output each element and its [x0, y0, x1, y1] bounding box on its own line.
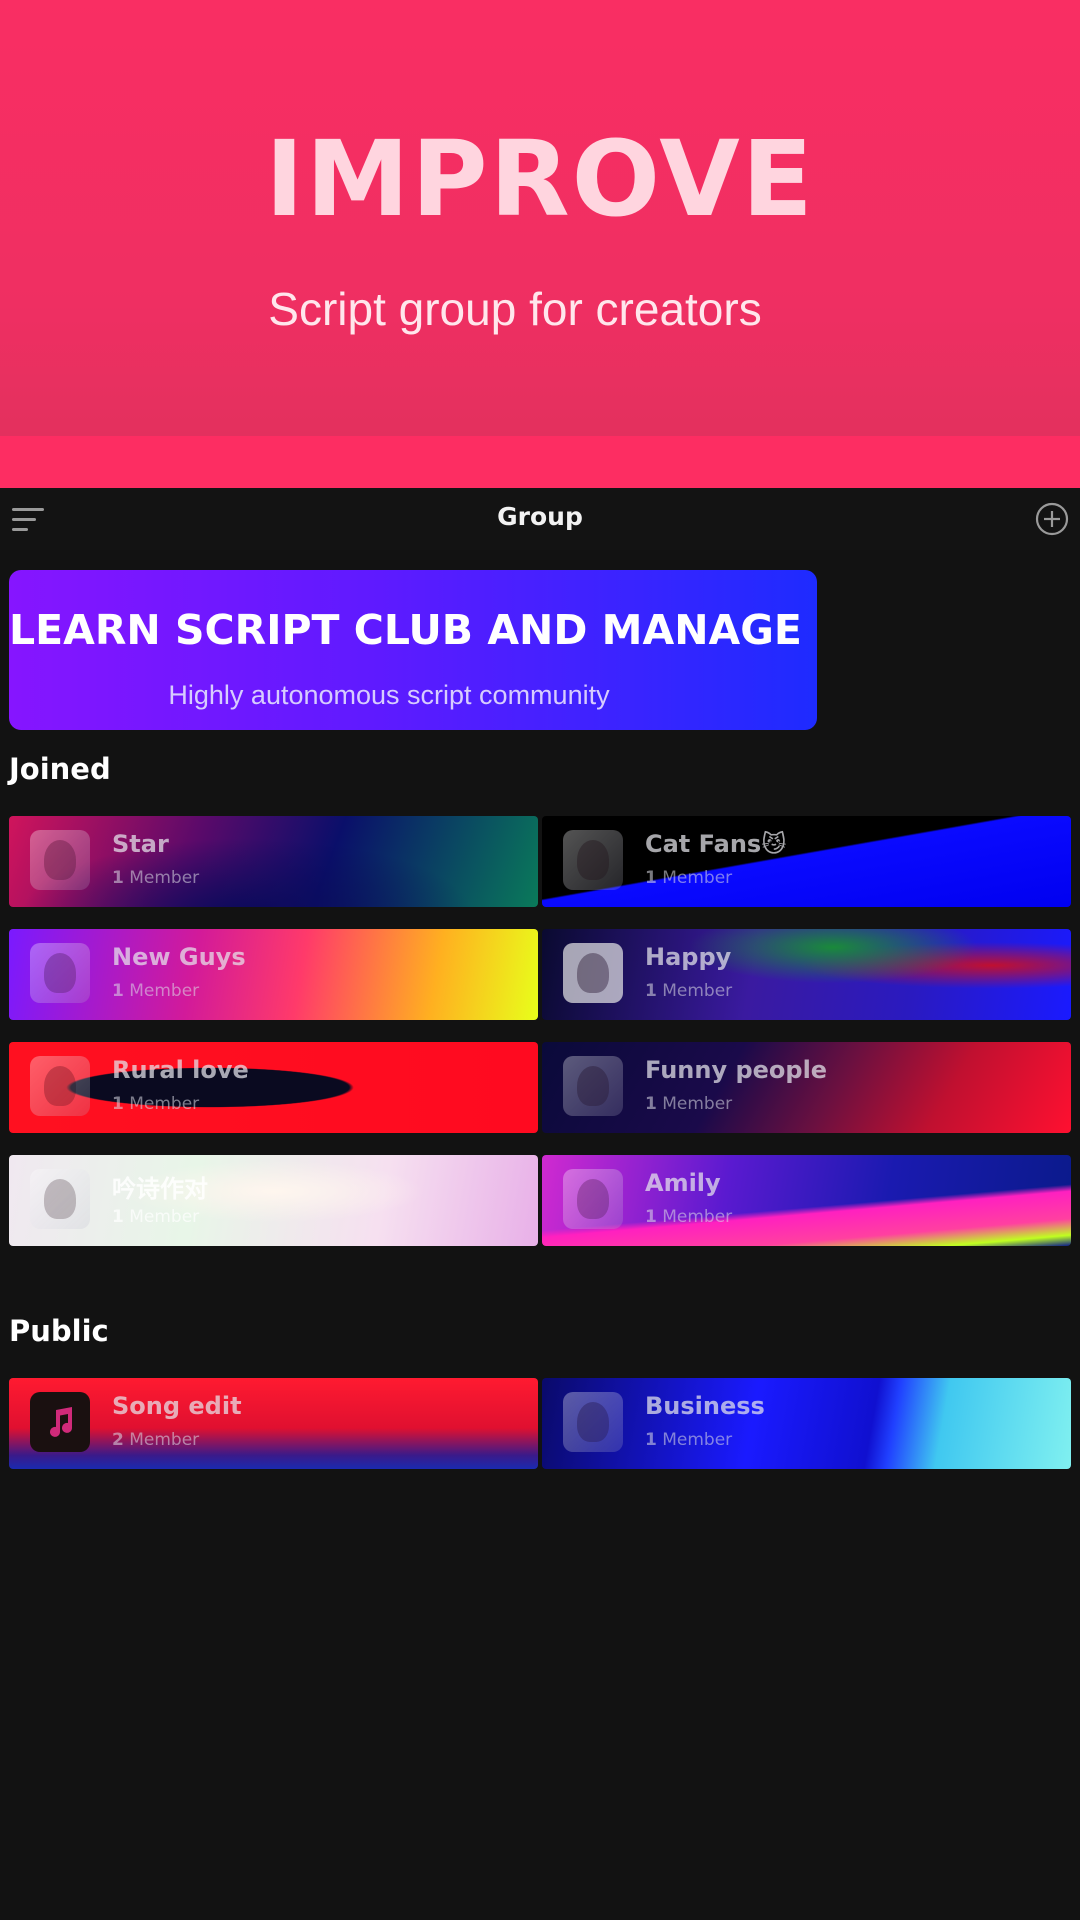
group-member-count: 1 Member: [645, 981, 733, 1001]
group-avatar: [30, 1056, 90, 1116]
group-member-count: 1 Member: [112, 981, 200, 1001]
group-member-count: 1 Member: [645, 1430, 733, 1450]
group-member-count: 1 Member: [112, 1094, 200, 1114]
group-member-count: 1 Member: [112, 868, 200, 888]
group-card-amily[interactable]: Amily 1 Member: [542, 1155, 1071, 1246]
group-name: Business: [645, 1392, 765, 1420]
group-avatar: [30, 1169, 90, 1229]
music-note-icon: [30, 1392, 90, 1452]
group-avatar: [30, 943, 90, 1003]
group-avatar: [563, 1056, 623, 1116]
group-name: 吟诗作对: [112, 1175, 208, 1203]
group-avatar: [563, 830, 623, 890]
group-avatar: [30, 830, 90, 890]
group-member-count: 1 Member: [112, 1207, 200, 1227]
banner-subtitle: Highly autonomous script community: [168, 680, 610, 710]
group-avatar: [563, 1169, 623, 1229]
group-avatar: [563, 1392, 623, 1452]
group-member-count: 1 Member: [645, 1094, 733, 1114]
group-name: Song edit: [112, 1392, 242, 1420]
promo-title: IMPROVE: [265, 118, 815, 240]
group-name: Happy: [645, 943, 732, 971]
public-section-title: Public: [9, 1314, 109, 1348]
page-title: Group: [497, 502, 583, 531]
promo-subtitle: Script group for creators: [268, 283, 762, 335]
group-member-count: 1 Member: [645, 1207, 733, 1227]
group-name: Cat Fans😼: [645, 830, 787, 858]
banner-title: LEARN SCRIPT CLUB AND MANAGE IT: [9, 606, 817, 654]
group-card-new-guys[interactable]: New Guys 1 Member: [9, 929, 538, 1020]
group-name: New Guys: [112, 943, 246, 971]
group-card-yinshi-zuodui[interactable]: 吟诗作对 1 Member: [9, 1155, 538, 1246]
group-card-rural-love[interactable]: Rural love 1 Member: [9, 1042, 538, 1133]
group-member-count: 1 Member: [645, 868, 733, 888]
promo-banner[interactable]: LEARN SCRIPT CLUB AND MANAGE IT Highly a…: [9, 570, 817, 730]
joined-section-title: Joined: [9, 752, 111, 786]
group-name: Star: [112, 830, 169, 858]
promo-header: IMPROVE Script group for creators: [0, 0, 1080, 488]
group-member-count: 2 Member: [112, 1430, 200, 1450]
group-card-business[interactable]: Business 1 Member: [542, 1378, 1071, 1469]
group-name: Funny people: [645, 1056, 828, 1084]
group-card-song-edit[interactable]: Song edit 2 Member: [9, 1378, 538, 1469]
group-name: Rural love: [112, 1056, 249, 1084]
group-card-happy[interactable]: Happy 1 Member: [542, 929, 1071, 1020]
group-avatar: [563, 943, 623, 1003]
group-card-funny-people[interactable]: Funny people 1 Member: [542, 1042, 1071, 1133]
group-name: Amily: [645, 1169, 721, 1197]
group-card-star[interactable]: Star 1 Member: [9, 816, 538, 907]
app-bar: Group: [0, 488, 1080, 550]
group-card-cat-fans[interactable]: Cat Fans😼 1 Member: [542, 816, 1071, 907]
add-circle-icon[interactable]: [1035, 502, 1069, 536]
